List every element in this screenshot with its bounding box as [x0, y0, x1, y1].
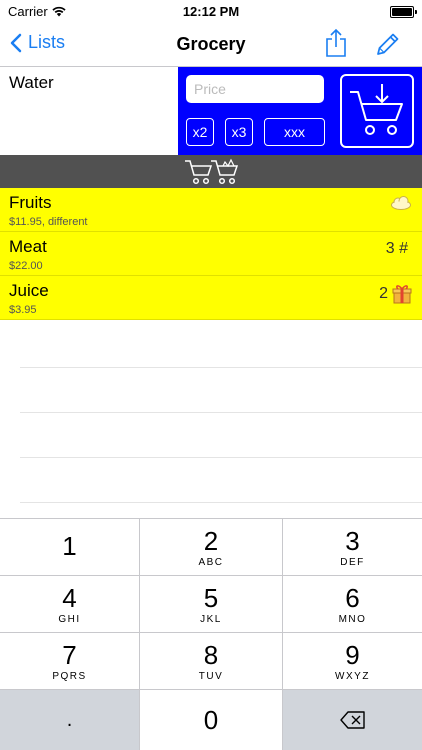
key-letters: WXYZ: [335, 670, 370, 682]
key-digit: 8: [203, 639, 219, 670]
key-digit: 3: [345, 525, 360, 556]
numeric-keypad: 1 2 ABC 3 DEF 4 GHI 5 JKL 6 MNO 7 PQRS 8…: [0, 518, 422, 750]
navigation-bar: Lists Grocery: [0, 24, 422, 67]
key-1[interactable]: 1: [0, 519, 139, 575]
item-editor: Water x2 x3 xxx: [0, 67, 422, 155]
page-title: Grocery: [176, 34, 246, 54]
item-detail: $3.95: [9, 304, 37, 316]
key-5[interactable]: 5 JKL: [140, 576, 282, 632]
row-separator: [20, 412, 422, 413]
key-digit: 0: [203, 705, 219, 735]
key-6[interactable]: 6 MNO: [283, 576, 422, 632]
edit-button[interactable]: [374, 30, 402, 63]
key-2[interactable]: 2 ABC: [140, 519, 282, 575]
price-input[interactable]: [186, 75, 324, 103]
key-digit: 2: [203, 525, 219, 556]
row-separator: [20, 502, 422, 503]
row-separator: [20, 367, 422, 368]
key-digit: 4: [62, 582, 77, 613]
battery-icon: [390, 6, 417, 18]
pencil-icon: [377, 33, 399, 55]
item-quantity: 3 #: [385, 240, 408, 257]
custom-quantity-button[interactable]: xxx: [264, 118, 325, 146]
key-digit: 5: [203, 582, 219, 613]
key-letters: PQRS: [52, 670, 87, 682]
share-icon: [326, 28, 346, 57]
item-detail: $11.95, different: [9, 216, 88, 228]
key-digit: .: [66, 709, 73, 731]
key-digit: 9: [345, 639, 360, 670]
key-letters: GHI: [58, 613, 81, 625]
key-3[interactable]: 3 DEF: [283, 519, 422, 575]
backspace-icon: [339, 711, 365, 729]
key-letters: ABC: [198, 556, 224, 568]
key-7[interactable]: 7 PQRS: [0, 633, 139, 689]
gift-icon: [392, 285, 412, 304]
multiply-2-button[interactable]: x2: [186, 118, 214, 146]
status-bar: Carrier 12:12 PM: [0, 0, 422, 24]
key-0[interactable]: 0: [140, 690, 282, 750]
list-item[interactable]: Fruits $11.95, different: [0, 188, 422, 232]
delete-key[interactable]: [283, 690, 422, 750]
clock: 12:12 PM: [182, 4, 240, 19]
price-panel: x2 x3 xxx: [178, 67, 422, 155]
key-letters: MNO: [338, 613, 367, 625]
list-item[interactable]: Meat $22.00 3 #: [0, 232, 422, 276]
key-decimal[interactable]: .: [0, 690, 139, 750]
item-name: Juice: [9, 281, 49, 300]
item-name-text: Water: [9, 73, 54, 92]
cart-toggle-bar[interactable]: [0, 155, 422, 188]
item-quantity: 2: [379, 285, 388, 302]
cart-download-icon: [350, 84, 403, 135]
cloud-icon: [391, 196, 411, 210]
key-digit: 6: [345, 582, 360, 613]
item-name: Meat: [9, 237, 47, 256]
key-digit: 7: [62, 639, 77, 670]
grocery-list: Fruits $11.95, different Meat $22.00 3 #…: [0, 188, 422, 320]
key-8[interactable]: 8 TUV: [140, 633, 282, 689]
list-item[interactable]: Juice $3.95 2: [0, 276, 422, 320]
item-detail: $22.00: [9, 260, 43, 272]
item-name-field[interactable]: Water: [0, 67, 179, 155]
key-letters: TUV: [198, 670, 224, 682]
add-to-cart-button[interactable]: [340, 74, 414, 148]
item-name: Fruits: [9, 193, 52, 212]
multiply-3-button[interactable]: x3: [225, 118, 253, 146]
row-separator: [20, 457, 422, 458]
carts-icon: [185, 158, 239, 184]
key-letters: JKL: [200, 613, 222, 625]
key-9[interactable]: 9 WXYZ: [283, 633, 422, 689]
share-button[interactable]: [323, 28, 349, 63]
key-digit: 1: [62, 531, 77, 561]
key-4[interactable]: 4 GHI: [0, 576, 139, 632]
key-letters: DEF: [340, 556, 365, 568]
